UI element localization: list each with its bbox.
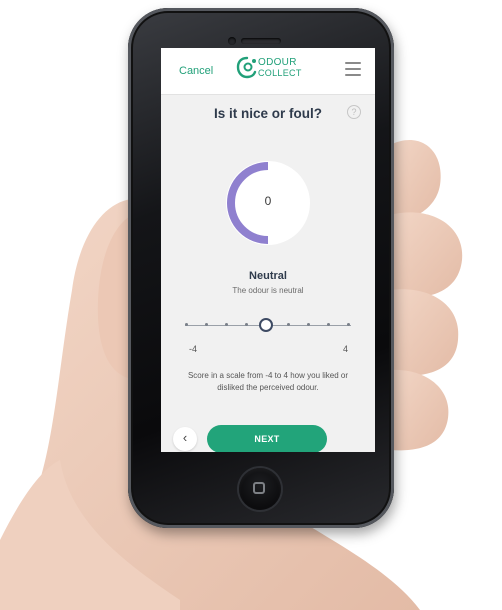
app-header: Cancel ODOUR COLLECT [161, 48, 375, 95]
slider-tick [307, 323, 310, 326]
logo-line-2: COLLECT [258, 68, 302, 78]
home-square-icon [253, 482, 265, 494]
odour-collect-logo: ODOUR COLLECT [236, 56, 316, 86]
slider-thumb[interactable] [259, 318, 273, 332]
slider-tick [347, 323, 350, 326]
slider-tick [225, 323, 228, 326]
camera-lens [228, 37, 236, 45]
hamburger-menu-icon[interactable] [345, 62, 361, 76]
next-button[interactable]: NEXT [207, 425, 327, 452]
slider-max-label: 4 [343, 344, 349, 354]
slider-tick [327, 323, 330, 326]
slider-min-label: -4 [189, 344, 198, 354]
score-gauge: 0 [223, 158, 313, 248]
slider-tick [245, 323, 248, 326]
earpiece-speaker [241, 38, 281, 44]
gauge-value: 0 [264, 194, 272, 208]
rating-label: Neutral [249, 270, 287, 282]
rating-description: The odour is neutral [232, 286, 304, 295]
slider-tick [287, 323, 290, 326]
home-button[interactable] [239, 468, 281, 510]
help-icon[interactable]: ? [347, 105, 361, 119]
app-screen: Cancel ODOUR COLLECT Is it nice or foul?… [161, 48, 375, 452]
instruction-text: Score in a scale from -4 to 4 how you li… [187, 371, 349, 392]
phone-device: Cancel ODOUR COLLECT Is it nice or foul?… [128, 8, 394, 528]
cancel-button[interactable]: Cancel [179, 65, 213, 77]
logo-line-1: ODOUR [258, 57, 297, 68]
slider-tick [185, 323, 188, 326]
score-slider[interactable] [185, 318, 351, 334]
slider-tick [205, 323, 208, 326]
question-title: Is it nice or foul? [213, 106, 322, 121]
logo-icon [236, 56, 257, 79]
back-button[interactable]: ‹ [173, 427, 197, 451]
